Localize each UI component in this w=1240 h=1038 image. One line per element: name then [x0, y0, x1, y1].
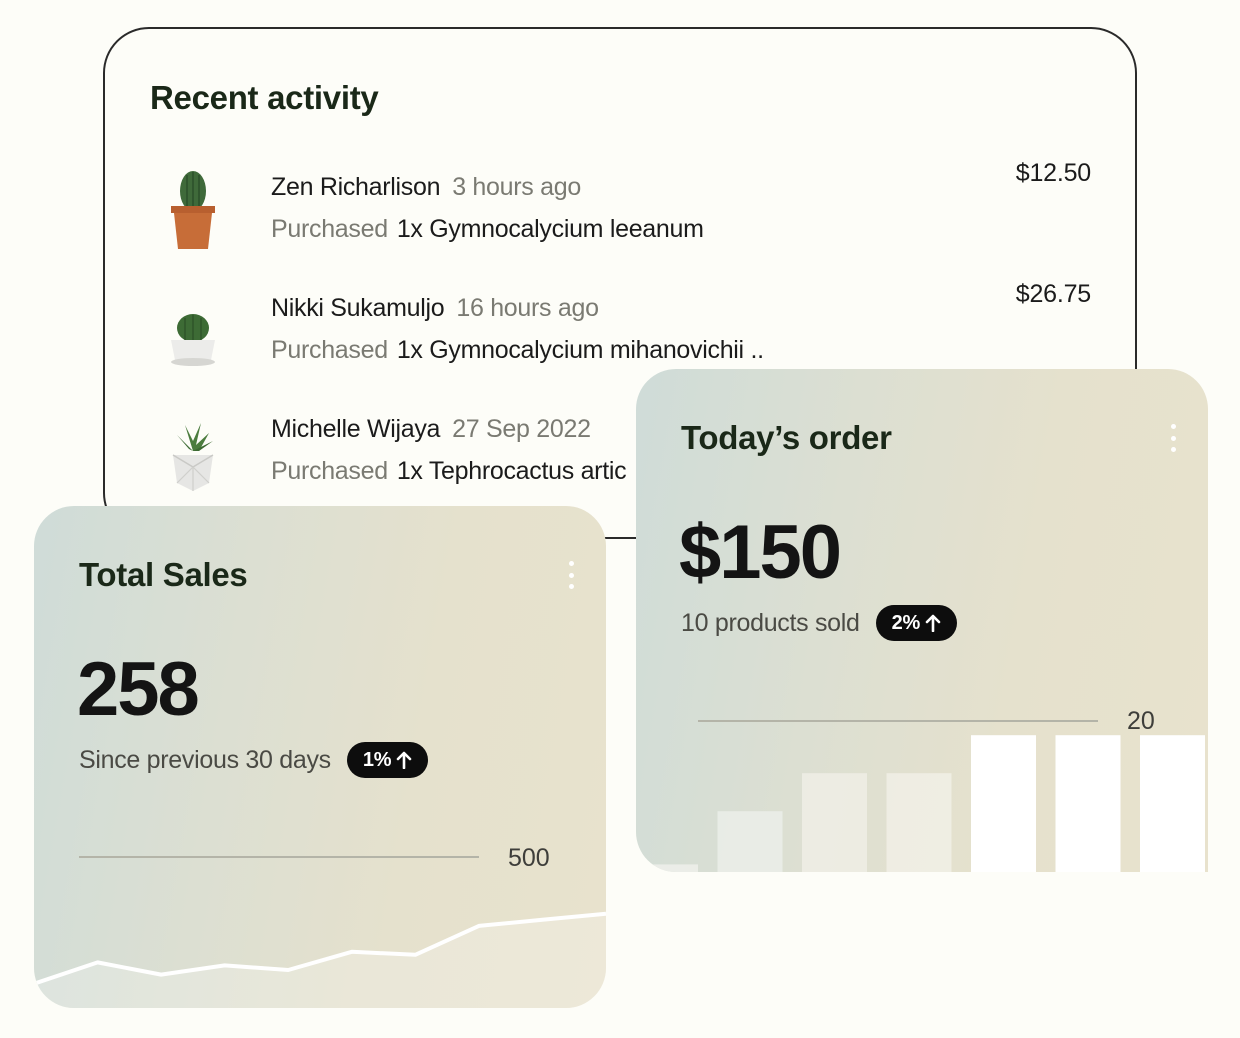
activity-item[interactable]: Zen Richarlison 3 hours ago Purchased 1x G… — [105, 159, 1135, 269]
customer-name: Nikki Sukamuljo 16 hours ago — [271, 294, 599, 322]
more-options-icon[interactable] — [1170, 424, 1176, 452]
order-bar — [886, 773, 952, 872]
chart-guide-line — [79, 856, 479, 858]
product-name: 1x Tephrocactus artic — [396, 457, 627, 485]
product-name: 1x Gymnocalycium leeanum — [396, 215, 704, 243]
activity-time: 3 hours ago — [452, 173, 581, 201]
growth-badge: 2% — [875, 605, 957, 641]
todays-order-title: Today’s order — [681, 419, 892, 456]
chart-max-label: 20 — [1127, 707, 1155, 735]
purchase-price: $26.75 — [1015, 280, 1091, 308]
growth-badge: 1% — [346, 742, 429, 778]
succulent-pot-icon — [172, 423, 214, 491]
activity-time: 16 hours ago — [456, 294, 599, 322]
todays-order-value: $150 — [679, 510, 842, 595]
total-sales-card: Total Sales 258 Since previous 30 days 1… — [34, 506, 606, 1008]
arrow-up-icon — [925, 614, 941, 632]
purchase-description: Purchased 1x Gymnocalycium leeanum — [271, 215, 704, 243]
arrow-up-icon — [396, 751, 412, 769]
order-bar — [1055, 735, 1121, 872]
total-sales-subtitle: Since previous 30 days 1% — [79, 742, 429, 778]
purchase-description: Purchased 1x Gymnocalycium mihanovichii .… — [271, 336, 764, 364]
total-sales-title: Total Sales — [79, 556, 248, 593]
customer-name: Michelle Wijaya 27 Sep 2022 — [271, 415, 591, 443]
cactus-pot-icon — [171, 314, 215, 366]
order-bar — [1140, 735, 1205, 872]
purchase-price: $12.50 — [1015, 159, 1091, 187]
todays-order-subtitle: 10 products sold 2% — [681, 605, 957, 641]
order-bar — [802, 773, 867, 872]
activity-time: 27 Sep 2022 — [452, 415, 591, 443]
cactus-pot-icon — [171, 171, 215, 249]
total-sales-value: 258 — [77, 647, 200, 732]
todays-order-card: Today’s order $150 10 products sold 2% 2… — [636, 369, 1208, 872]
order-bar — [971, 735, 1036, 872]
purchase-description: Purchased 1x Tephrocactus artic — [271, 457, 627, 485]
product-name: 1x Gymnocalycium mihanovichii .. — [396, 336, 764, 364]
chart-guide-line — [698, 720, 1098, 722]
order-bar — [636, 864, 698, 872]
recent-activity-title: Recent activity — [150, 79, 379, 116]
chart-max-label: 500 — [508, 844, 550, 872]
customer-name: Zen Richarlison 3 hours ago — [271, 173, 581, 201]
order-bar — [717, 811, 783, 872]
more-options-icon[interactable] — [568, 561, 574, 589]
